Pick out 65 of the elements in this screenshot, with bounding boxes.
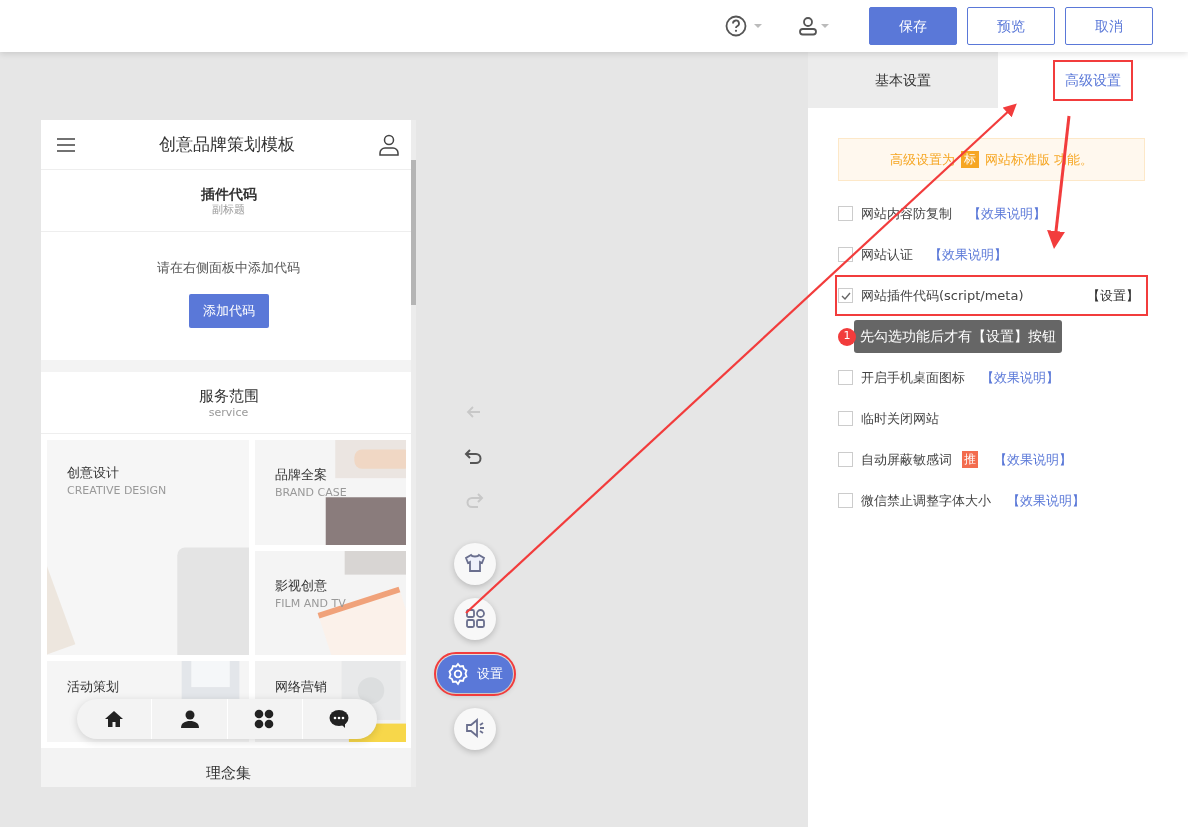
chat-icon[interactable] — [329, 708, 351, 730]
checkbox[interactable] — [838, 452, 853, 467]
tile-title: 创意设计 — [67, 464, 120, 482]
tile-subtitle: FILM AND TV — [275, 596, 346, 612]
home-icon[interactable] — [103, 708, 125, 730]
option-label: 微信禁止调整字体大小 — [861, 491, 991, 510]
settings-icon — [447, 661, 469, 686]
grid-icon — [464, 606, 486, 631]
recommend-badge: 推 — [962, 451, 978, 468]
checkbox[interactable] — [838, 411, 853, 426]
settings-tab[interactable]: 基本设置 — [875, 69, 931, 91]
tile-title: 网络营销 — [275, 678, 327, 696]
service-tile[interactable]: 影视创意 FILM AND TV — [255, 551, 406, 655]
apps-icon[interactable] — [254, 708, 276, 730]
checkbox[interactable] — [838, 206, 853, 221]
toolbar-button[interactable] — [454, 597, 496, 640]
help-link[interactable]: 【效果说明】 — [968, 203, 1046, 224]
checkbox[interactable] — [838, 247, 853, 262]
menu-icon[interactable] — [57, 137, 75, 152]
tile-title: 品牌全案 — [275, 466, 328, 484]
service-tile[interactable]: 品牌全案 BRAND CASE — [255, 440, 406, 545]
section-subtitle: 副标题 — [212, 202, 245, 217]
hint-text: 请在右侧面板中添加代码 — [157, 259, 300, 277]
caret-icon — [754, 23, 762, 29]
help-icon[interactable] — [725, 15, 747, 37]
tile-subtitle: CREATIVE DESIGN — [67, 483, 167, 499]
section-title: 服务范围 — [198, 385, 259, 406]
site-title: 创意品牌策划模板 — [158, 132, 295, 156]
step-badge: 1 — [838, 327, 856, 346]
section-title: 理念集 — [206, 763, 251, 784]
checkbox[interactable] — [838, 288, 853, 303]
help-link[interactable]: 【效果说明】 — [1007, 490, 1085, 511]
toolbar-button[interactable] — [454, 707, 496, 750]
option-label: 网站插件代码(script/meta) — [861, 286, 1024, 305]
checkbox[interactable] — [838, 370, 853, 385]
help-link[interactable]: 【效果说明】 — [929, 244, 1007, 265]
toolbar-button[interactable] — [454, 542, 496, 585]
header-button[interactable]: 取消 — [1065, 7, 1153, 45]
tooltip: 先勾选功能后才有【设置】按钮 — [854, 320, 1062, 353]
user-icon[interactable] — [798, 16, 818, 36]
tile-title: 影视创意 — [275, 577, 328, 595]
section-title: 插件代码 — [200, 184, 257, 203]
option-label: 开启手机桌面图标 — [861, 368, 965, 387]
checkbox[interactable] — [838, 493, 853, 508]
option-label: 临时关闭网站 — [861, 409, 939, 428]
section-subtitle: service — [208, 405, 249, 420]
settings-link[interactable]: 【设置】 — [1087, 285, 1139, 306]
toolbar-button[interactable]: 设置 — [437, 654, 513, 693]
scrollbar-thumb[interactable] — [411, 160, 416, 305]
help-link[interactable]: 【效果说明】 — [981, 367, 1059, 388]
speaker-icon — [464, 716, 486, 741]
edition-badge: 标 — [960, 151, 979, 168]
option-label: 网站认证 — [861, 245, 913, 264]
add-code-button[interactable]: 添加代码 — [188, 293, 269, 328]
caret-icon — [821, 23, 829, 29]
tile-title: 活动策划 — [67, 678, 119, 696]
header-button[interactable]: 预览 — [967, 7, 1055, 45]
user-icon[interactable] — [378, 133, 400, 156]
option-label: 自动屏蔽敏感词 — [861, 450, 952, 469]
tile-subtitle: BRAND CASE — [275, 485, 347, 501]
settings-tab[interactable]: 高级设置 — [1053, 59, 1133, 101]
person-icon[interactable] — [178, 708, 200, 730]
service-tile[interactable]: 创意设计 CREATIVE DESIGN — [47, 440, 249, 655]
save-button[interactable]: 保存 — [869, 7, 957, 45]
help-link[interactable]: 【效果说明】 — [994, 449, 1072, 470]
